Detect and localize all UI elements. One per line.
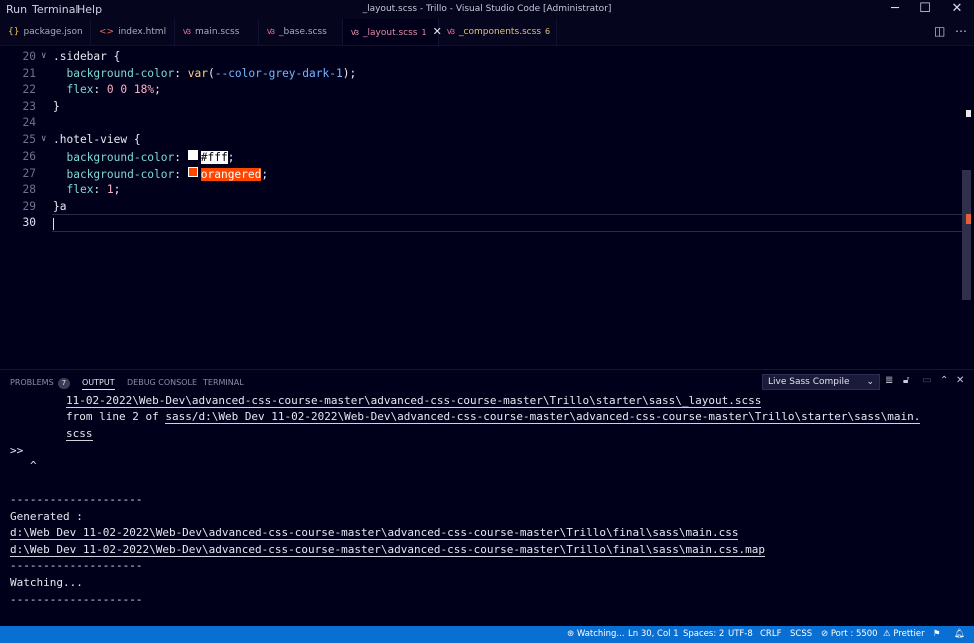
tab-label: _components.scss — [459, 27, 542, 37]
output-line: ^ — [30, 459, 37, 472]
status-bar: ⊛ Watching... Ln 30, Col 1 Spaces: 2 UTF… — [0, 626, 974, 643]
file-encoding[interactable]: UTF-8 — [728, 629, 753, 639]
text-cursor — [53, 218, 54, 230]
prettier-status[interactable]: ⚠ Prettier — [883, 629, 925, 639]
code-line: }a — [53, 200, 67, 213]
editor-scrollbar[interactable] — [962, 170, 971, 300]
lock-scroll-icon[interactable]: 🔓︎ — [903, 375, 909, 386]
cursor-position[interactable]: Ln 30, Col 1 — [628, 629, 679, 639]
sass-file-icon: ꟃ — [351, 28, 360, 38]
tab-base-scss[interactable]: ꟃ _base.scss — [259, 19, 343, 45]
line-number: 29 — [22, 200, 36, 213]
output-line: Generated : — [10, 510, 83, 523]
notifications-icon[interactable]: 🔔︎ — [954, 629, 965, 639]
line-number: 30 — [22, 216, 36, 229]
eye-icon: ⊛ — [567, 629, 577, 639]
close-panel-icon[interactable]: ✕ — [956, 375, 964, 386]
output-line: -------------------- — [10, 559, 143, 572]
output-line: from line 2 of sass/d:\Web Dev 11-02-202… — [66, 410, 921, 424]
problem-count-badge: 1 — [421, 28, 427, 37]
tab-components-scss[interactable]: ꟃ _components.scss 6 — [439, 19, 557, 45]
output-line: Watching... — [10, 576, 83, 589]
output-line: d:\Web Dev 11-02-2022\Web-Dev\advanced-c… — [10, 543, 765, 557]
json-file-icon: {} — [8, 27, 20, 37]
line-number: 25 — [22, 133, 36, 146]
line-number: 20 — [22, 50, 36, 63]
code-line: flex: 0 0 18%; — [66, 83, 161, 96]
tab-label: _layout.scss — [363, 28, 418, 38]
maximize-button[interactable]: ☐ — [908, 0, 942, 19]
sass-file-icon: ꟃ — [267, 27, 276, 37]
tab-debug-console[interactable]: DEBUG CONSOLE — [127, 378, 197, 387]
fold-chevron-icon[interactable]: ∨ — [41, 51, 46, 61]
output-channel-select[interactable]: Live Sass Compile ⌄ — [762, 374, 880, 390]
code-line: background-color: orangered; — [66, 167, 269, 181]
minimap-marker — [966, 110, 971, 117]
problem-count-badge: 7 — [57, 378, 71, 389]
tab-index-html[interactable]: <> index.html — [91, 19, 175, 45]
color-swatch-icon[interactable] — [187, 150, 198, 160]
clear-output-icon[interactable]: ▭ — [922, 375, 931, 386]
color-swatch-icon[interactable] — [187, 167, 198, 177]
line-number: 21 — [22, 67, 36, 80]
tab-problems[interactable]: PROBLEMS 7 — [10, 378, 71, 389]
line-number: 26 — [22, 150, 36, 163]
output-line: d:\Web Dev 11-02-2022\Web-Dev\advanced-c… — [10, 526, 739, 540]
output-line: -------------------- — [10, 593, 143, 606]
line-number: 28 — [22, 183, 36, 196]
output-log: 11-02-2022\Web-Dev\advanced-css-course-m… — [0, 394, 974, 626]
no-entry-icon: ⊘ — [821, 629, 831, 639]
line-number: 24 — [22, 116, 36, 129]
tab-label: _base.scss — [279, 27, 327, 37]
output-line: 11-02-2022\Web-Dev\advanced-css-course-m… — [66, 394, 762, 408]
current-line-highlight — [52, 214, 964, 232]
live-server-port[interactable]: ⊘ Port : 5500 — [821, 629, 878, 639]
feedback-icon[interactable]: ⚑ — [933, 629, 941, 639]
fold-chevron-icon[interactable]: ∨ — [41, 134, 46, 144]
language-mode[interactable]: SCSS — [790, 629, 812, 639]
indentation[interactable]: Spaces: 2 — [683, 629, 724, 639]
sass-file-icon: ꟃ — [183, 27, 192, 37]
code-line: .sidebar { — [53, 50, 121, 63]
html-file-icon: <> — [99, 27, 115, 37]
code-line: flex: 1; — [66, 183, 121, 196]
error-marker — [966, 214, 971, 224]
output-line: -------------------- — [10, 493, 143, 506]
editor-tab-bar: {} package.json <> index.html ꟃ main.scss ꟃ… — [0, 19, 974, 46]
window-title: _layout.scss - Trillo - Visual Studio Co… — [362, 4, 612, 14]
split-editor-icon[interactable]: ◫ — [934, 24, 945, 38]
output-line: >> — [10, 444, 24, 457]
code-line: } — [53, 100, 60, 113]
line-number: 22 — [22, 83, 36, 96]
line-number: 23 — [22, 100, 36, 113]
word-wrap-icon[interactable]: ≣ — [885, 375, 893, 386]
tab-package-json[interactable]: {} package.json — [0, 19, 91, 45]
title-bar: Run Terminal Help _layout.scss - Trillo … — [0, 0, 974, 19]
chevron-down-icon: ⌄ — [866, 377, 874, 387]
close-window-button[interactable]: ✕ — [940, 0, 974, 19]
tab-output[interactable]: OUTPUT — [82, 378, 115, 390]
tab-label: index.html — [118, 27, 167, 37]
live-sass-status[interactable]: ⊛ Watching... — [567, 629, 625, 639]
warning-icon: ⚠ — [883, 629, 894, 639]
tab-main-scss[interactable]: ꟃ main.scss — [175, 19, 259, 45]
minimize-button[interactable]: ─ — [878, 0, 912, 19]
code-line: .hotel-view { — [53, 133, 141, 146]
output-line: scss — [66, 427, 93, 441]
problem-count-badge: 6 — [545, 27, 551, 36]
more-actions-icon[interactable]: ⋯ — [955, 24, 967, 38]
code-line: background-color: var(--color-grey-dark-… — [66, 67, 357, 80]
end-of-line[interactable]: CRLF — [760, 629, 781, 639]
maximize-panel-icon[interactable]: ⌃ — [940, 375, 948, 386]
code-line: background-color: #fff; — [66, 150, 235, 164]
tab-layout-scss[interactable]: ꟃ _layout.scss 1 ✕ — [343, 19, 442, 45]
line-number: 27 — [22, 167, 36, 180]
code-editor[interactable]: 20 ∨ .sidebar { 21 background-color: var… — [0, 46, 974, 368]
sass-file-icon: ꟃ — [447, 27, 456, 37]
tab-terminal[interactable]: TERMINAL — [203, 378, 244, 387]
tab-label: package.json — [23, 27, 83, 37]
tab-label: main.scss — [195, 27, 240, 37]
